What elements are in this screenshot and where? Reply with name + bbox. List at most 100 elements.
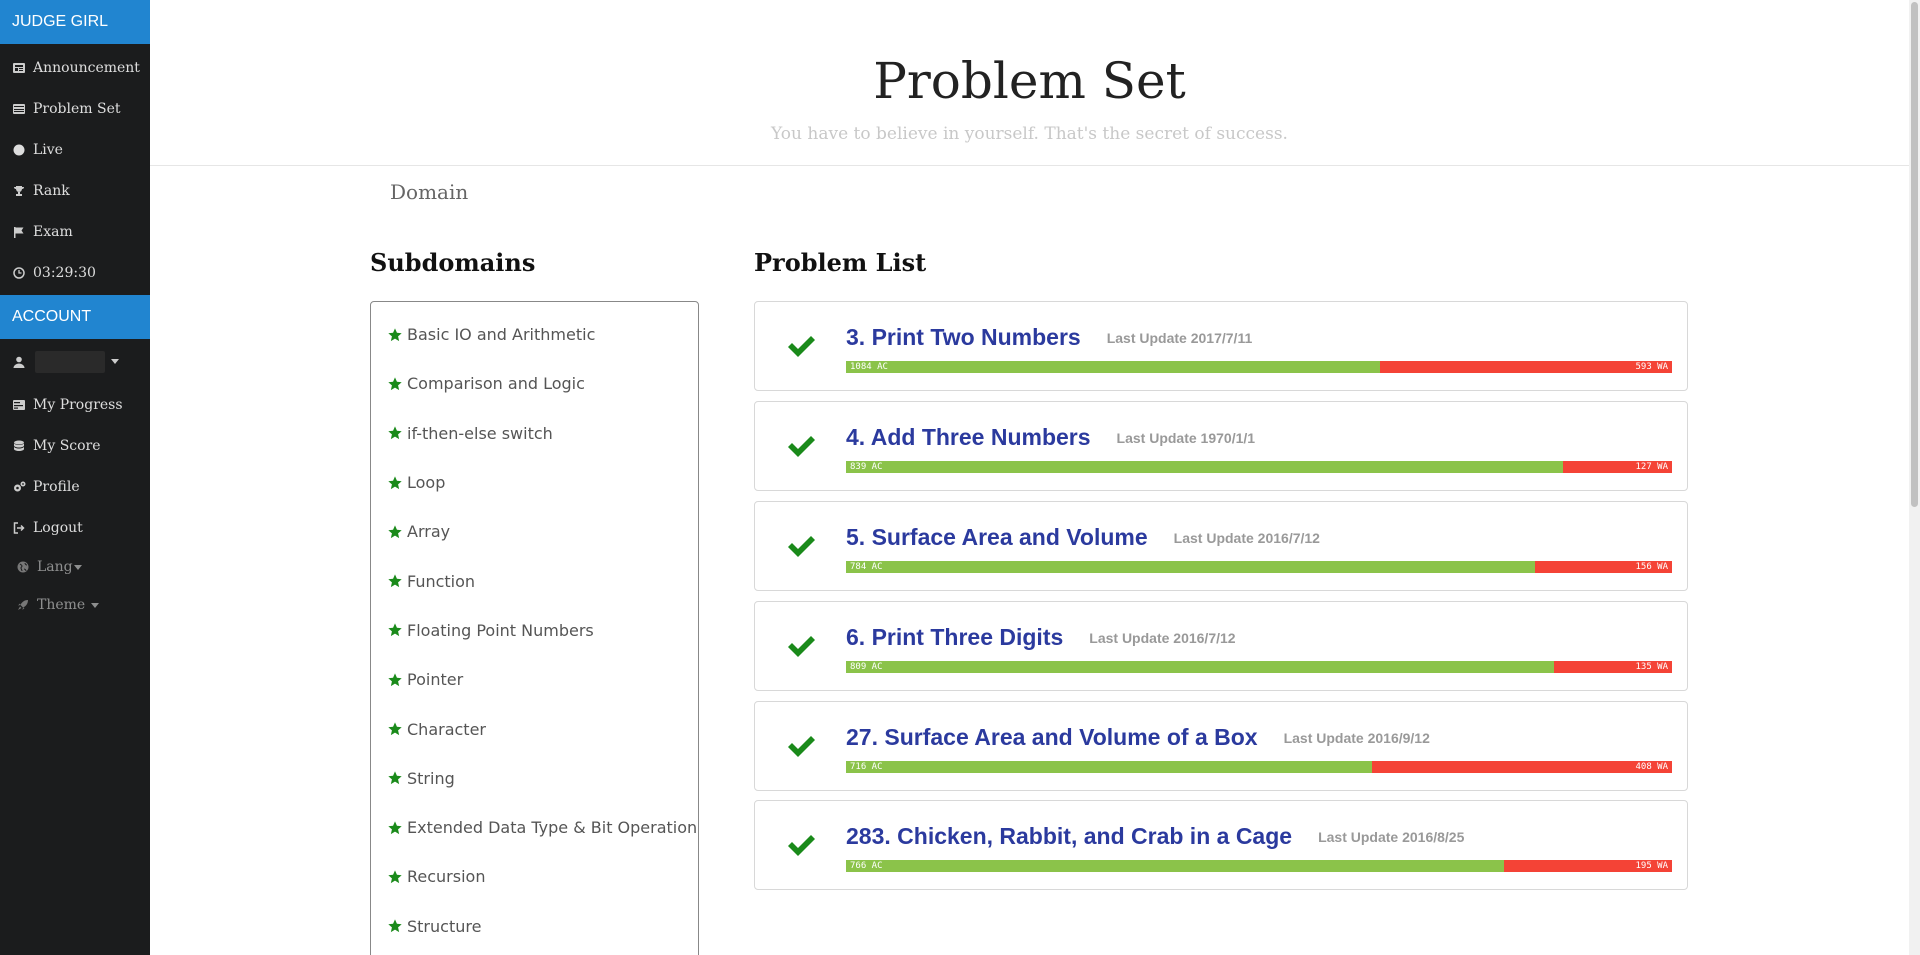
sidebar-item-live[interactable]: Live	[0, 129, 150, 170]
user-menu[interactable]	[0, 339, 150, 384]
subdomain-label: Loop	[407, 473, 446, 493]
subdomain-item[interactable]: if-then-else switch	[371, 409, 698, 458]
sidebar-item-timer: 03:29:30	[0, 252, 150, 293]
problem-title-text[interactable]: 27. Surface Area and Volume of a Box	[846, 724, 1258, 750]
subdomain-item[interactable]: Extended Data Type & Bit Operation	[371, 803, 698, 852]
star-icon	[388, 327, 402, 341]
chevron-down-icon	[91, 602, 100, 608]
last-update: Last Update 2016/9/12	[1283, 730, 1430, 746]
star-icon	[388, 623, 402, 637]
problem-title-text[interactable]: 5. Surface Area and Volume	[846, 524, 1148, 550]
wa-count: 195 WA	[1635, 861, 1668, 871]
username-redacted	[35, 350, 105, 373]
ac-segment: 784 AC	[846, 561, 1535, 573]
wa-segment: 156 WA	[1535, 561, 1672, 573]
sidebar-item-my-score[interactable]: My Score	[0, 425, 150, 466]
subdomain-item[interactable]: Recursion	[371, 852, 698, 901]
language-dropdown[interactable]: Lang	[0, 548, 150, 586]
subdomain-label: Floating Point Numbers	[407, 620, 594, 640]
subdomain-item[interactable]: Function	[371, 556, 698, 605]
star-icon	[388, 475, 402, 489]
star-icon	[388, 771, 402, 785]
wa-segment: 127 WA	[1563, 461, 1672, 473]
subdomain-item[interactable]: Floating Point Numbers	[371, 606, 698, 655]
check-icon	[788, 636, 815, 657]
account-header: ACCOUNT	[0, 295, 150, 339]
sidebar-item-announcement[interactable]: Announcement	[0, 47, 150, 88]
subdomain-item[interactable]: Pointer	[371, 655, 698, 704]
theme-dropdown[interactable]: Theme	[0, 586, 150, 624]
sidebar-item-label: Announcement	[33, 59, 140, 76]
ac-wa-bar: 1084 AC 593 WA	[846, 361, 1672, 373]
problem-title[interactable]: 6. Print Three Digits Last Update 2016/7/…	[846, 624, 1236, 651]
sidebar-item-label: My Score	[33, 437, 101, 454]
problem-title-text[interactable]: 3. Print Two Numbers	[846, 324, 1081, 350]
subdomain-label: Array	[407, 522, 451, 542]
sidebar-item-problem-set[interactable]: Problem Set	[0, 88, 150, 129]
problem-title[interactable]: 27. Surface Area and Volume of a Box Last…	[846, 724, 1430, 751]
problem-title[interactable]: 5. Surface Area and Volume Last Update 20…	[846, 524, 1320, 551]
sidebar-item-my-progress[interactable]: My Progress	[0, 384, 150, 425]
problem-title[interactable]: 3. Print Two Numbers Last Update 2017/7/1…	[846, 324, 1252, 351]
database-icon	[12, 439, 26, 453]
ac-count: 766 AC	[850, 861, 883, 871]
flag-icon	[12, 225, 26, 239]
last-update: Last Update 2016/7/12	[1089, 630, 1236, 646]
user-icon	[12, 355, 26, 369]
sidebar-item-rank[interactable]: Rank	[0, 170, 150, 211]
problem-card[interactable]: 27. Surface Area and Volume of a Box Last…	[754, 701, 1688, 791]
problem-list-title: Problem List	[754, 248, 927, 277]
page-title: Problem Set	[873, 52, 1186, 110]
subdomain-item[interactable]: Loop	[371, 458, 698, 507]
problem-card[interactable]: 3. Print Two Numbers Last Update 2017/7/1…	[754, 301, 1688, 391]
subdomain-item[interactable]: Basic IO and Arithmetic	[371, 310, 698, 359]
sidebar-item-label: Live	[33, 141, 63, 158]
problem-card[interactable]: 283. Chicken, Rabbit, and Crab in a Cage…	[754, 800, 1688, 890]
ac-count: 1084 AC	[850, 362, 888, 372]
last-update: Last Update 1970/1/1	[1116, 430, 1256, 446]
subdomain-label: Structure	[407, 916, 482, 936]
wa-count: 156 WA	[1635, 562, 1668, 572]
subdomain-label: if-then-else switch	[407, 423, 553, 443]
brand-logo[interactable]: JUDGE GIRL	[0, 0, 150, 44]
sidebar-item-label: Exam	[33, 223, 73, 240]
star-icon	[388, 525, 402, 538]
subdomain-item[interactable]: Array	[371, 507, 698, 556]
ac-segment: 766 AC	[846, 860, 1505, 872]
problem-title[interactable]: 283. Chicken, Rabbit, and Crab in a Cage…	[846, 823, 1464, 850]
ac-segment: 1084 AC	[846, 361, 1380, 373]
problem-card[interactable]: 4. Add Three Numbers Last Update 1970/1/1…	[754, 401, 1688, 491]
problem-title[interactable]: 4. Add Three Numbers Last Update 1970/1/1	[846, 424, 1255, 451]
list-icon	[12, 102, 26, 116]
page-header: Problem Set You have to believe in yours…	[150, 0, 1909, 166]
scrollbar-thumb[interactable]	[1911, 2, 1918, 507]
ac-count: 784 AC	[850, 562, 883, 572]
star-icon	[388, 377, 402, 391]
star-icon	[388, 426, 402, 440]
star-icon	[388, 574, 402, 588]
last-update: Last Update 2017/7/11	[1106, 330, 1253, 346]
problem-card[interactable]: 6. Print Three Digits Last Update 2016/7/…	[754, 601, 1688, 691]
problem-title-text[interactable]: 283. Chicken, Rabbit, and Crab in a Cage	[846, 823, 1292, 849]
problem-title-text[interactable]: 6. Print Three Digits	[846, 624, 1063, 650]
chevron-down-icon	[73, 564, 82, 570]
sidebar-item-profile[interactable]: Profile	[0, 466, 150, 507]
domain-tab[interactable]: Domain	[390, 180, 468, 204]
subdomain-label: Pointer	[407, 670, 464, 690]
theme-label: Theme	[37, 597, 86, 613]
subdomain-item[interactable]: Character	[371, 704, 698, 753]
subdomain-item[interactable]: String	[371, 754, 698, 803]
clock-icon	[12, 266, 26, 280]
problem-card[interactable]: 5. Surface Area and Volume Last Update 20…	[754, 501, 1688, 591]
page-scrollbar[interactable]	[1909, 0, 1920, 955]
problem-title-text[interactable]: 4. Add Three Numbers	[846, 424, 1091, 450]
ac-count: 839 AC	[850, 462, 883, 472]
newspaper-icon	[12, 61, 26, 75]
ac-count: 716 AC	[850, 762, 883, 772]
subdomain-item[interactable]: Structure	[371, 902, 698, 951]
subdomain-item[interactable]: Comparison and Logic	[371, 359, 698, 408]
sidebar-item-logout[interactable]: Logout	[0, 507, 150, 548]
language-label: Lang	[37, 559, 73, 575]
check-icon	[788, 736, 815, 757]
sidebar-item-exam[interactable]: Exam	[0, 211, 150, 252]
